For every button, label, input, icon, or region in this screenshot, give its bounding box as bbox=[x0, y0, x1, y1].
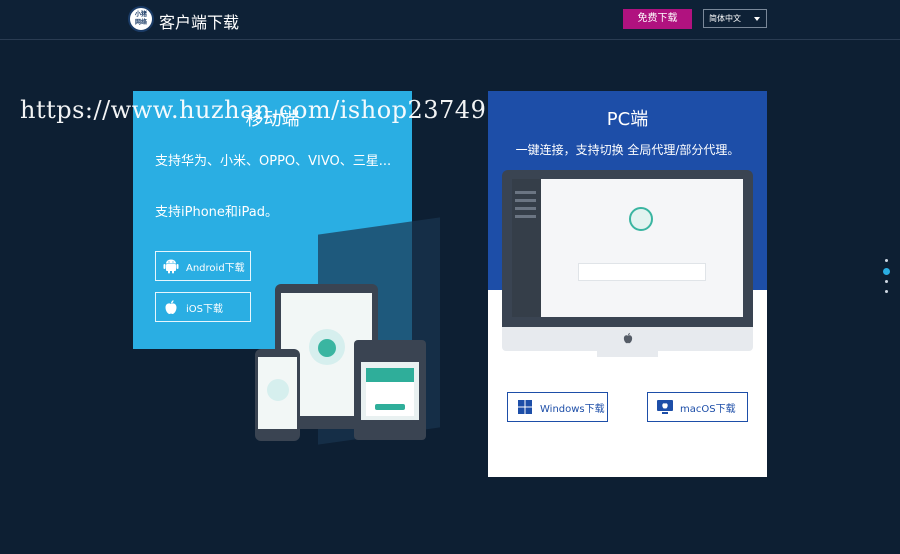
section-dot-1[interactable] bbox=[883, 268, 890, 275]
monitor-illustration bbox=[502, 170, 753, 357]
brand-logo[interactable]: 小猪 网络 bbox=[128, 6, 154, 32]
top-bar: 小猪 网络 客户端下载 免费下载 简体中文 bbox=[0, 0, 900, 40]
windows-icon bbox=[516, 398, 534, 416]
popup-header bbox=[366, 368, 414, 382]
android-download-button[interactable]: Android下载 bbox=[155, 251, 251, 281]
pc-card-description: 一键连接，支持切换 全局代理/部分代理。 bbox=[515, 143, 740, 157]
monitor-stand bbox=[597, 351, 658, 357]
macos-download-label: macOS下载 bbox=[680, 403, 736, 415]
power-icon bbox=[318, 339, 336, 357]
windows-download-button[interactable]: Windows下载 bbox=[507, 392, 608, 422]
sidebar-row bbox=[515, 191, 536, 194]
app-sidebar bbox=[512, 179, 541, 317]
section-dot-4[interactable] bbox=[885, 259, 888, 262]
popup-dialog bbox=[366, 368, 414, 416]
android-icon bbox=[162, 257, 180, 275]
apple-icon bbox=[162, 298, 180, 316]
chevron-down-icon bbox=[754, 17, 760, 21]
sidebar-row bbox=[515, 207, 536, 210]
status-bar bbox=[578, 263, 706, 281]
pc-card: PC端 一键连接，支持切换 全局代理/部分代理。 Windows下载 macOS… bbox=[488, 91, 767, 477]
language-select[interactable]: 简体中文 bbox=[703, 9, 767, 28]
ios-download-label: iOS下载 bbox=[186, 303, 223, 315]
section-nav bbox=[882, 256, 892, 296]
mac-monitor-icon bbox=[656, 398, 674, 416]
section-dot-3[interactable] bbox=[885, 290, 888, 293]
tablet-popup-illustration bbox=[354, 340, 426, 440]
pc-card-title: PC端 bbox=[606, 109, 649, 130]
sidebar-row bbox=[515, 215, 536, 218]
macos-download-button[interactable]: macOS下载 bbox=[647, 392, 748, 422]
section-dot-2[interactable] bbox=[885, 280, 888, 283]
phone-illustration bbox=[255, 349, 300, 441]
mobile-ios-support-text: 支持iPhone和iPad。 bbox=[155, 205, 278, 220]
page-title: 客户端下载 bbox=[159, 13, 240, 32]
phone-screen bbox=[258, 357, 297, 429]
watermark-url: https://www.huzhan.com/ishop23749 bbox=[20, 96, 487, 124]
mobile-android-support-text: 支持华为、小米、OPPO、VIVO、三星... bbox=[155, 154, 392, 169]
popup-button bbox=[375, 404, 405, 410]
windows-download-label: Windows下载 bbox=[540, 403, 605, 415]
sidebar-row bbox=[515, 199, 536, 202]
free-download-button[interactable]: 免费下载 bbox=[623, 9, 692, 29]
android-download-label: Android下载 bbox=[186, 262, 245, 274]
monitor-screen bbox=[512, 179, 743, 317]
globe-icon bbox=[267, 379, 289, 401]
apple-icon bbox=[621, 331, 635, 345]
connected-check-icon bbox=[629, 207, 653, 231]
ios-download-button[interactable]: iOS下载 bbox=[155, 292, 251, 322]
language-select-value: 简体中文 bbox=[709, 14, 741, 23]
